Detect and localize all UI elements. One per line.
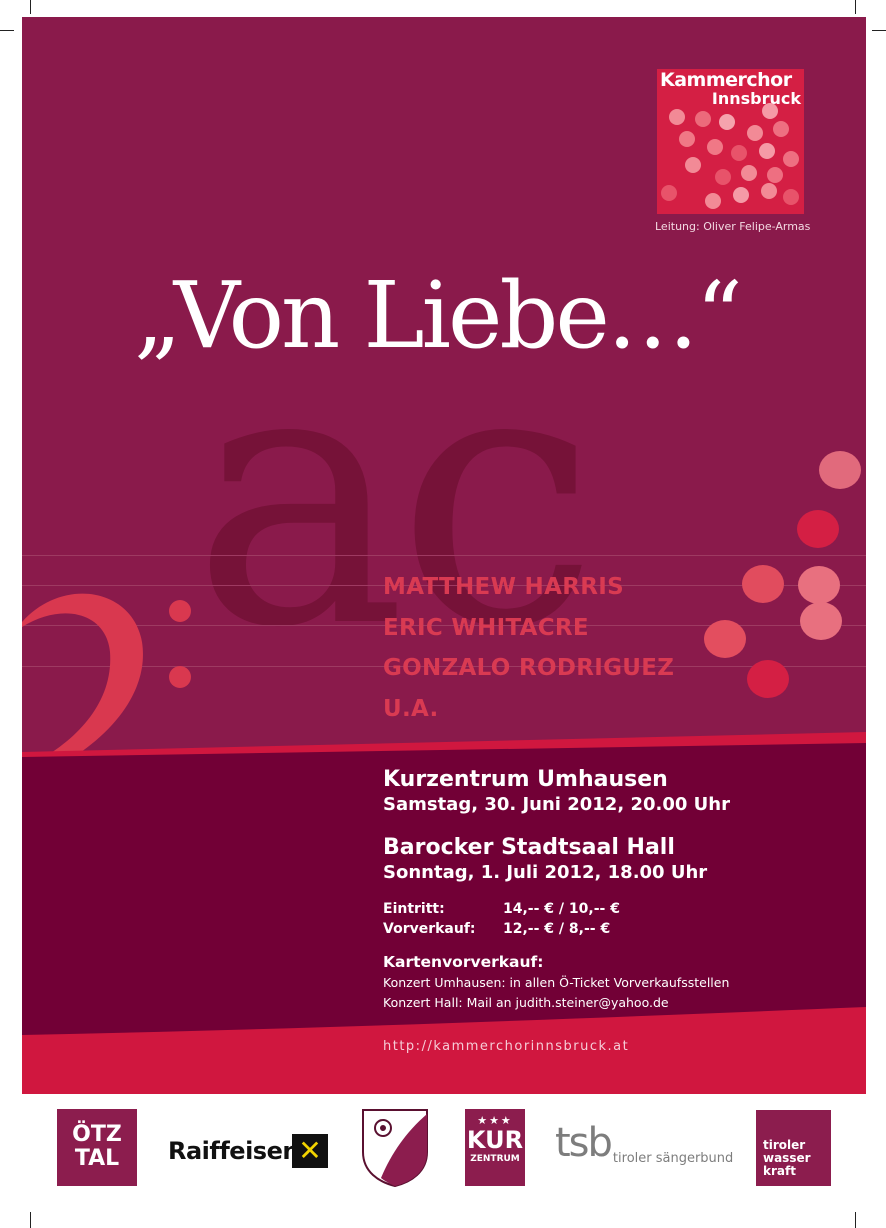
- decor-dot: [747, 660, 789, 698]
- presale-line: Konzert Umhausen: in allen Ö-Ticket Vorv…: [383, 975, 730, 990]
- presale-title: Kartenvorverkauf:: [383, 953, 544, 971]
- oetztal-logo: ÖTZ TAL: [57, 1109, 137, 1186]
- price-label: Eintritt:: [383, 901, 445, 917]
- logo-dot: [719, 114, 735, 130]
- tiroler-wasserkraft-logo: tiroler wasser kraft: [756, 1110, 831, 1186]
- crop-mark: [30, 1212, 31, 1228]
- crop-mark: [872, 30, 886, 31]
- logo-dot: [695, 111, 711, 127]
- logo-dot: [773, 121, 789, 137]
- website-link[interactable]: http://kammerchorinnsbruck.at: [383, 1039, 629, 1054]
- raiffeisen-gable-icon: ✕: [292, 1134, 328, 1168]
- venue-name: Kurzentrum Umhausen: [383, 767, 668, 792]
- event-date: Samstag, 30. Juni 2012, 20.00 Uhr: [383, 794, 730, 815]
- decor-dot: [819, 451, 861, 489]
- logo-dot: [715, 169, 731, 185]
- tsb-abbr: tsb: [555, 1120, 613, 1166]
- kurzentrum-logo: ★★★ KUR ZENTRUM: [465, 1109, 525, 1186]
- crop-mark: [0, 30, 14, 31]
- clef-dot: [169, 600, 191, 622]
- logo-dot: [669, 109, 685, 125]
- composer-name: ERIC WHITACRE: [383, 614, 589, 641]
- logo-dot: [685, 157, 701, 173]
- logo-dot: [762, 103, 778, 119]
- composer-name: U.A.: [383, 695, 439, 722]
- presale-line: Konzert Hall: Mail an judith.steiner@yah…: [383, 995, 669, 1010]
- logo-dot: [747, 125, 763, 141]
- decor-dot: [797, 510, 839, 548]
- logo-dot: [707, 139, 723, 155]
- tiroler-line3: kraft: [763, 1164, 796, 1178]
- logo-dot: [731, 145, 747, 161]
- kur-text: KUR: [466, 1126, 524, 1154]
- decor-dot: [704, 620, 746, 658]
- logo-dot: [783, 189, 799, 205]
- crop-mark: [855, 1212, 856, 1228]
- oetztal-line1: ÖTZ: [72, 1122, 122, 1147]
- composer-name: MATTHEW HARRIS: [383, 574, 624, 600]
- raiffeisen-logo: Raiffeisen: [168, 1137, 299, 1165]
- logo-dot: [783, 151, 799, 167]
- price-table: Eintritt: 14,-- € / 10,-- € Vorverkauf: 12…: [383, 899, 730, 939]
- kur-subtext: ZENTRUM: [470, 1154, 520, 1164]
- logo-dot: [761, 183, 777, 199]
- logo-line1: Kammerchor: [660, 69, 792, 91]
- price-row: Vorverkauf: 12,-- € / 8,-- €: [383, 919, 730, 939]
- poster: ac Kammerchor Innsbruck Leitung: Oliver …: [22, 17, 866, 1094]
- logo-dot: [705, 193, 721, 209]
- tsb-logo: tsb tiroler sängerbund: [555, 1120, 733, 1166]
- logo-dot: [741, 165, 757, 181]
- conductor-label: Leitung: Oliver Felipe-Armas: [655, 220, 811, 233]
- price-row: Eintritt: 14,-- € / 10,-- €: [383, 899, 730, 919]
- choir-logo: Kammerchor Innsbruck: [657, 69, 804, 214]
- logo-dot: [759, 143, 775, 159]
- logo-dot: [679, 131, 695, 147]
- logo-dot: [767, 167, 783, 183]
- oetztal-line2: TAL: [74, 1146, 120, 1171]
- crop-mark: [30, 0, 31, 14]
- composer-list: MATTHEW HARRIS ERIC WHITACRE GONZALO ROD…: [383, 567, 674, 729]
- price-value: 14,-- € / 10,-- €: [503, 901, 620, 917]
- logo-dot: [661, 185, 677, 201]
- composer-name: GONZALO RODRIGUEZ: [383, 655, 675, 681]
- decor-dot: [800, 602, 842, 640]
- price-label: Vorverkauf:: [383, 921, 476, 937]
- tsb-name: tiroler sängerbund: [612, 1151, 734, 1166]
- clef-dot: [169, 666, 191, 688]
- price-value: 12,-- € / 8,-- €: [503, 921, 611, 937]
- crop-mark: [855, 0, 856, 14]
- event-date: Sonntag, 1. Juli 2012, 18.00 Uhr: [383, 862, 708, 883]
- event-info: Kurzentrum Umhausen Samstag, 30. Juni 20…: [383, 767, 730, 1013]
- decor-dot: [742, 565, 784, 603]
- coat-of-arms-icon: [362, 1109, 428, 1188]
- decor-dot: [798, 566, 840, 604]
- logo-dot: [733, 187, 749, 203]
- concert-title: „Von Liebe…“: [134, 262, 743, 369]
- logo-line2: Innsbruck: [711, 89, 801, 108]
- venue-name: Barocker Stadtsaal Hall: [383, 835, 675, 860]
